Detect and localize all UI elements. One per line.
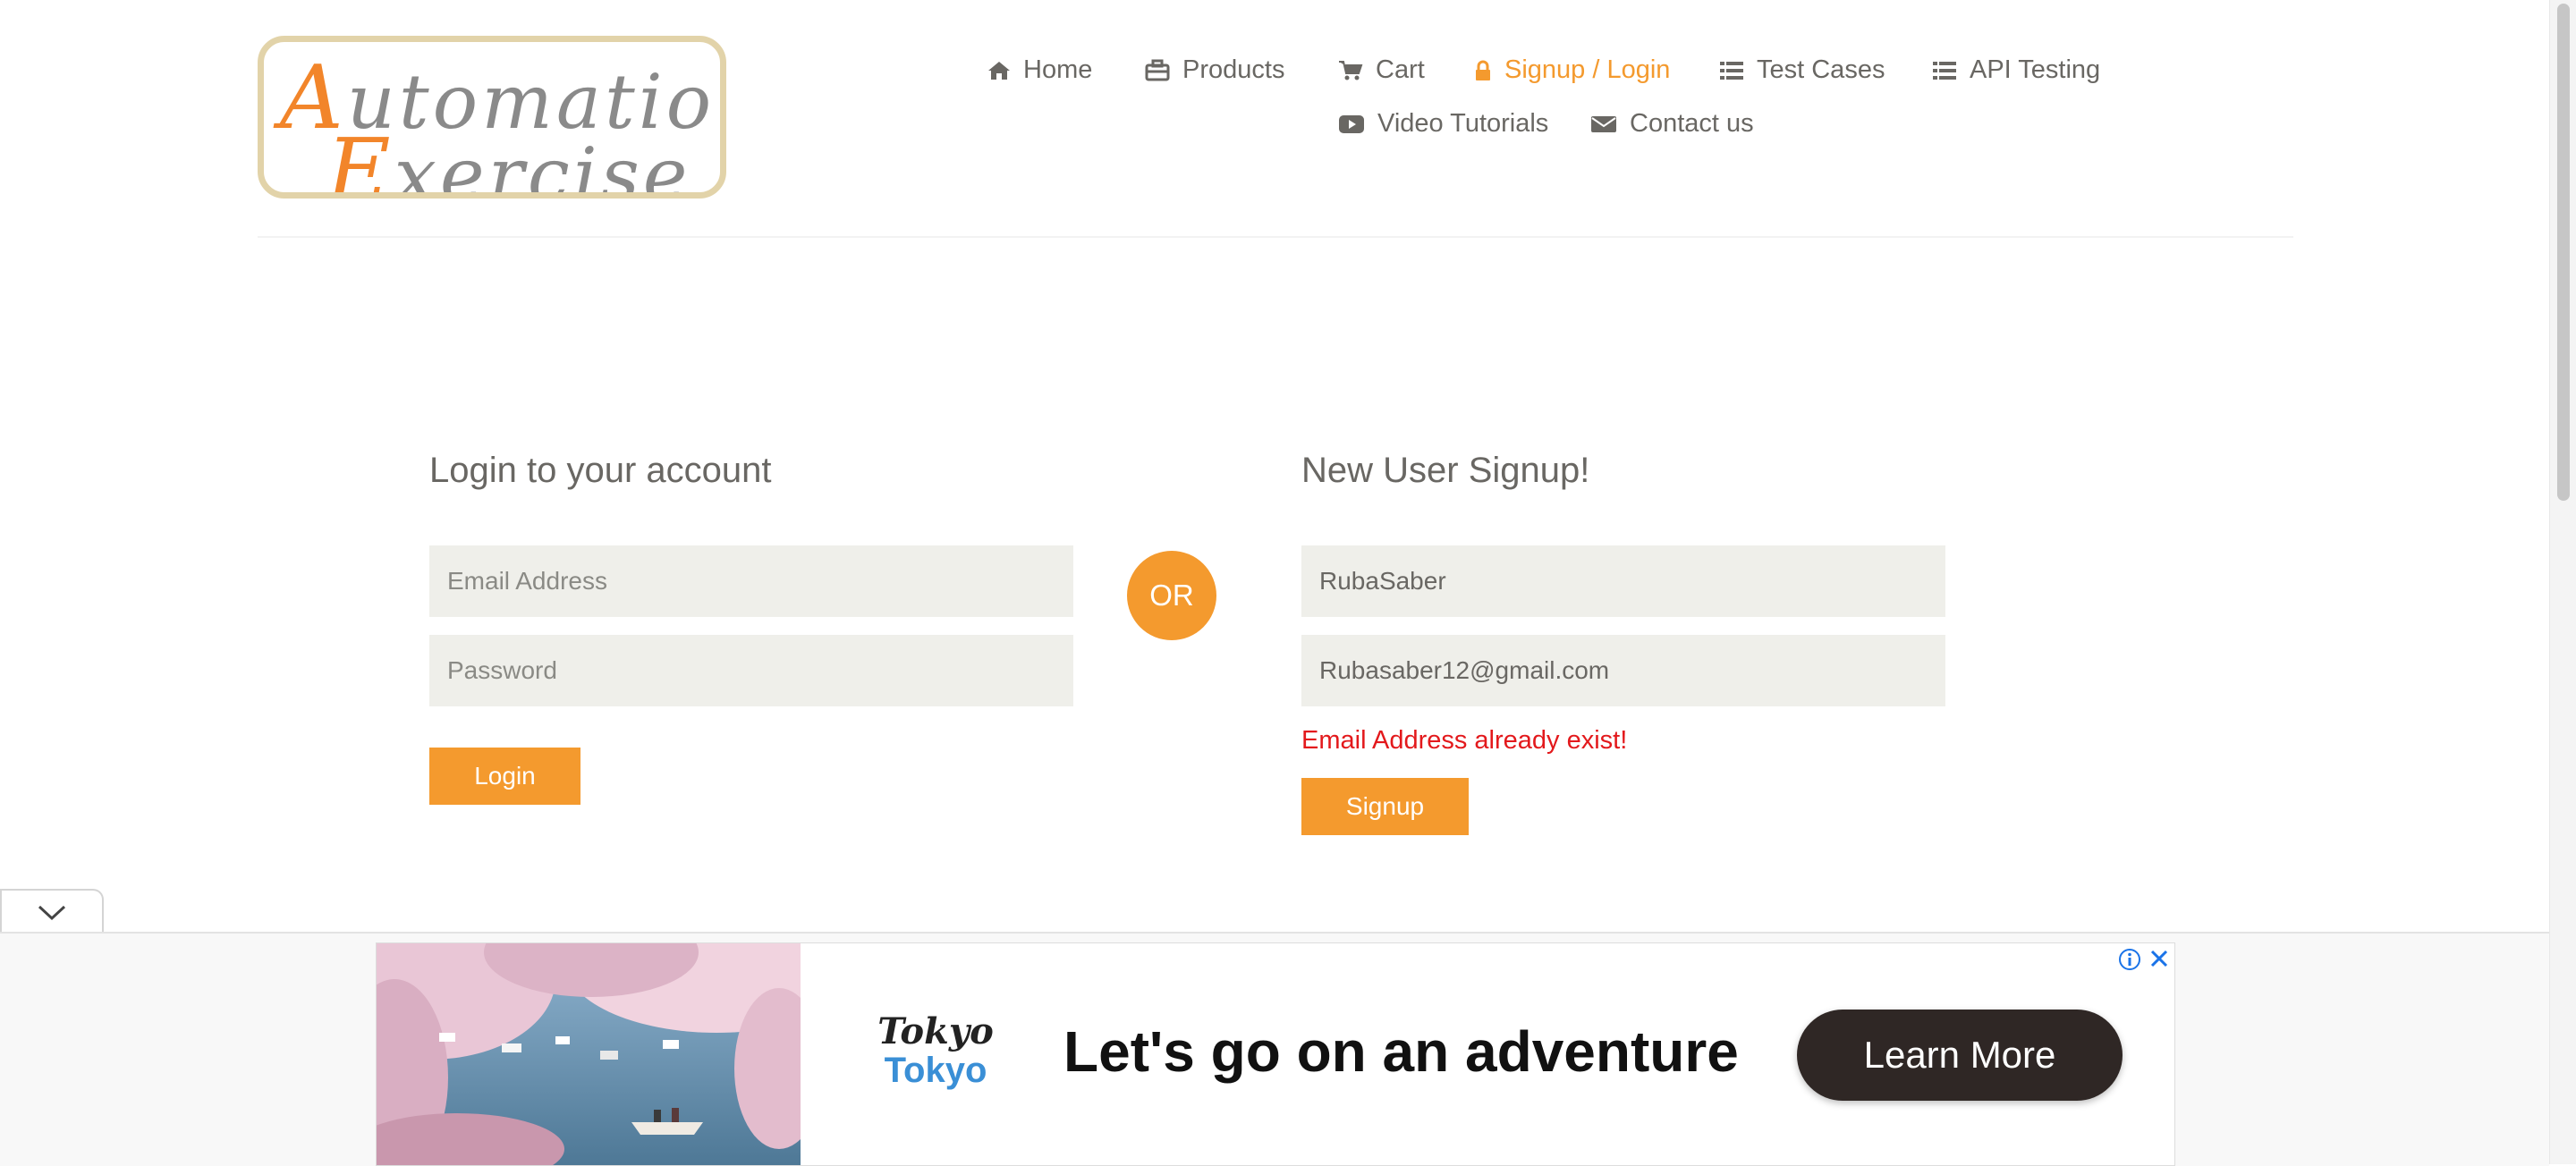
signup-button[interactable]: Signup (1301, 778, 1469, 835)
page-scrollbar[interactable] (2549, 0, 2576, 1164)
login-password-input[interactable] (429, 635, 1073, 706)
lock-icon (1476, 60, 1490, 80)
nav-products[interactable]: Products (1145, 55, 1284, 85)
signup-error-message: Email Address already exist! (1301, 726, 1628, 755)
login-form-title: Login to your account (429, 451, 772, 490)
ad-brand-line-2: Tokyo (884, 1051, 987, 1090)
site-logo[interactable]: Automation Exercise (258, 36, 726, 199)
home-icon (988, 61, 1010, 80)
signup-name-input[interactable] (1301, 545, 1945, 617)
nav-home-label: Home (1023, 55, 1093, 84)
info-icon[interactable] (2117, 947, 2142, 972)
list-icon (1933, 61, 1956, 80)
nav-api-testing[interactable]: API Testing (1932, 55, 2100, 85)
ad-photo-cherry-blossom-lake (377, 943, 801, 1165)
nav-video-tutorials[interactable]: Video Tutorials (1338, 109, 1548, 139)
nav-test-cases-label: Test Cases (1757, 55, 1885, 84)
nav-cart-label: Cart (1376, 55, 1425, 84)
nav-api-testing-label: API Testing (1970, 55, 2101, 84)
nav-video-tutorials-label: Video Tutorials (1377, 109, 1549, 138)
envelope-icon (1591, 115, 1616, 132)
ad-learn-more-button[interactable]: Learn More (1797, 1010, 2123, 1101)
login-button[interactable]: Login (429, 748, 580, 805)
cart-icon (1339, 60, 1363, 80)
nav-contact-us-label: Contact us (1630, 109, 1754, 138)
briefcase-icon (1145, 59, 1170, 80)
advertisement-banner[interactable]: Tokyo Tokyo Let's go on an adventure Lea… (376, 942, 2175, 1166)
ad-brand-logo: Tokyo Tokyo (877, 1010, 994, 1091)
login-email-input[interactable] (429, 545, 1073, 617)
scrollbar-thumb[interactable] (2557, 4, 2570, 501)
ad-brand-line-1: Tokyo (877, 1010, 994, 1052)
nav-test-cases[interactable]: Test Cases (1719, 55, 1885, 85)
list-icon (1720, 61, 1743, 80)
header-divider (258, 236, 2293, 238)
nav-home[interactable]: Home (987, 55, 1092, 85)
chevron-down-icon (38, 905, 66, 921)
nav-signup-login-label: Signup / Login (1504, 55, 1671, 84)
ad-collapse-button[interactable] (0, 889, 104, 935)
nav-signup-login[interactable]: Signup / Login (1474, 55, 1670, 85)
nav-cart[interactable]: Cart (1338, 55, 1425, 85)
nav-products-label: Products (1182, 55, 1285, 84)
youtube-play-icon (1339, 114, 1364, 133)
signup-form-title: New User Signup! (1301, 451, 1590, 490)
close-icon[interactable] (2148, 947, 2171, 970)
logo-line-2: Exercise (326, 121, 691, 199)
or-separator: OR (1127, 551, 1216, 640)
signup-email-input[interactable] (1301, 635, 1945, 706)
ad-headline: Let's go on an adventure (1063, 1019, 1739, 1084)
nav-contact-us[interactable]: Contact us (1590, 109, 1754, 139)
